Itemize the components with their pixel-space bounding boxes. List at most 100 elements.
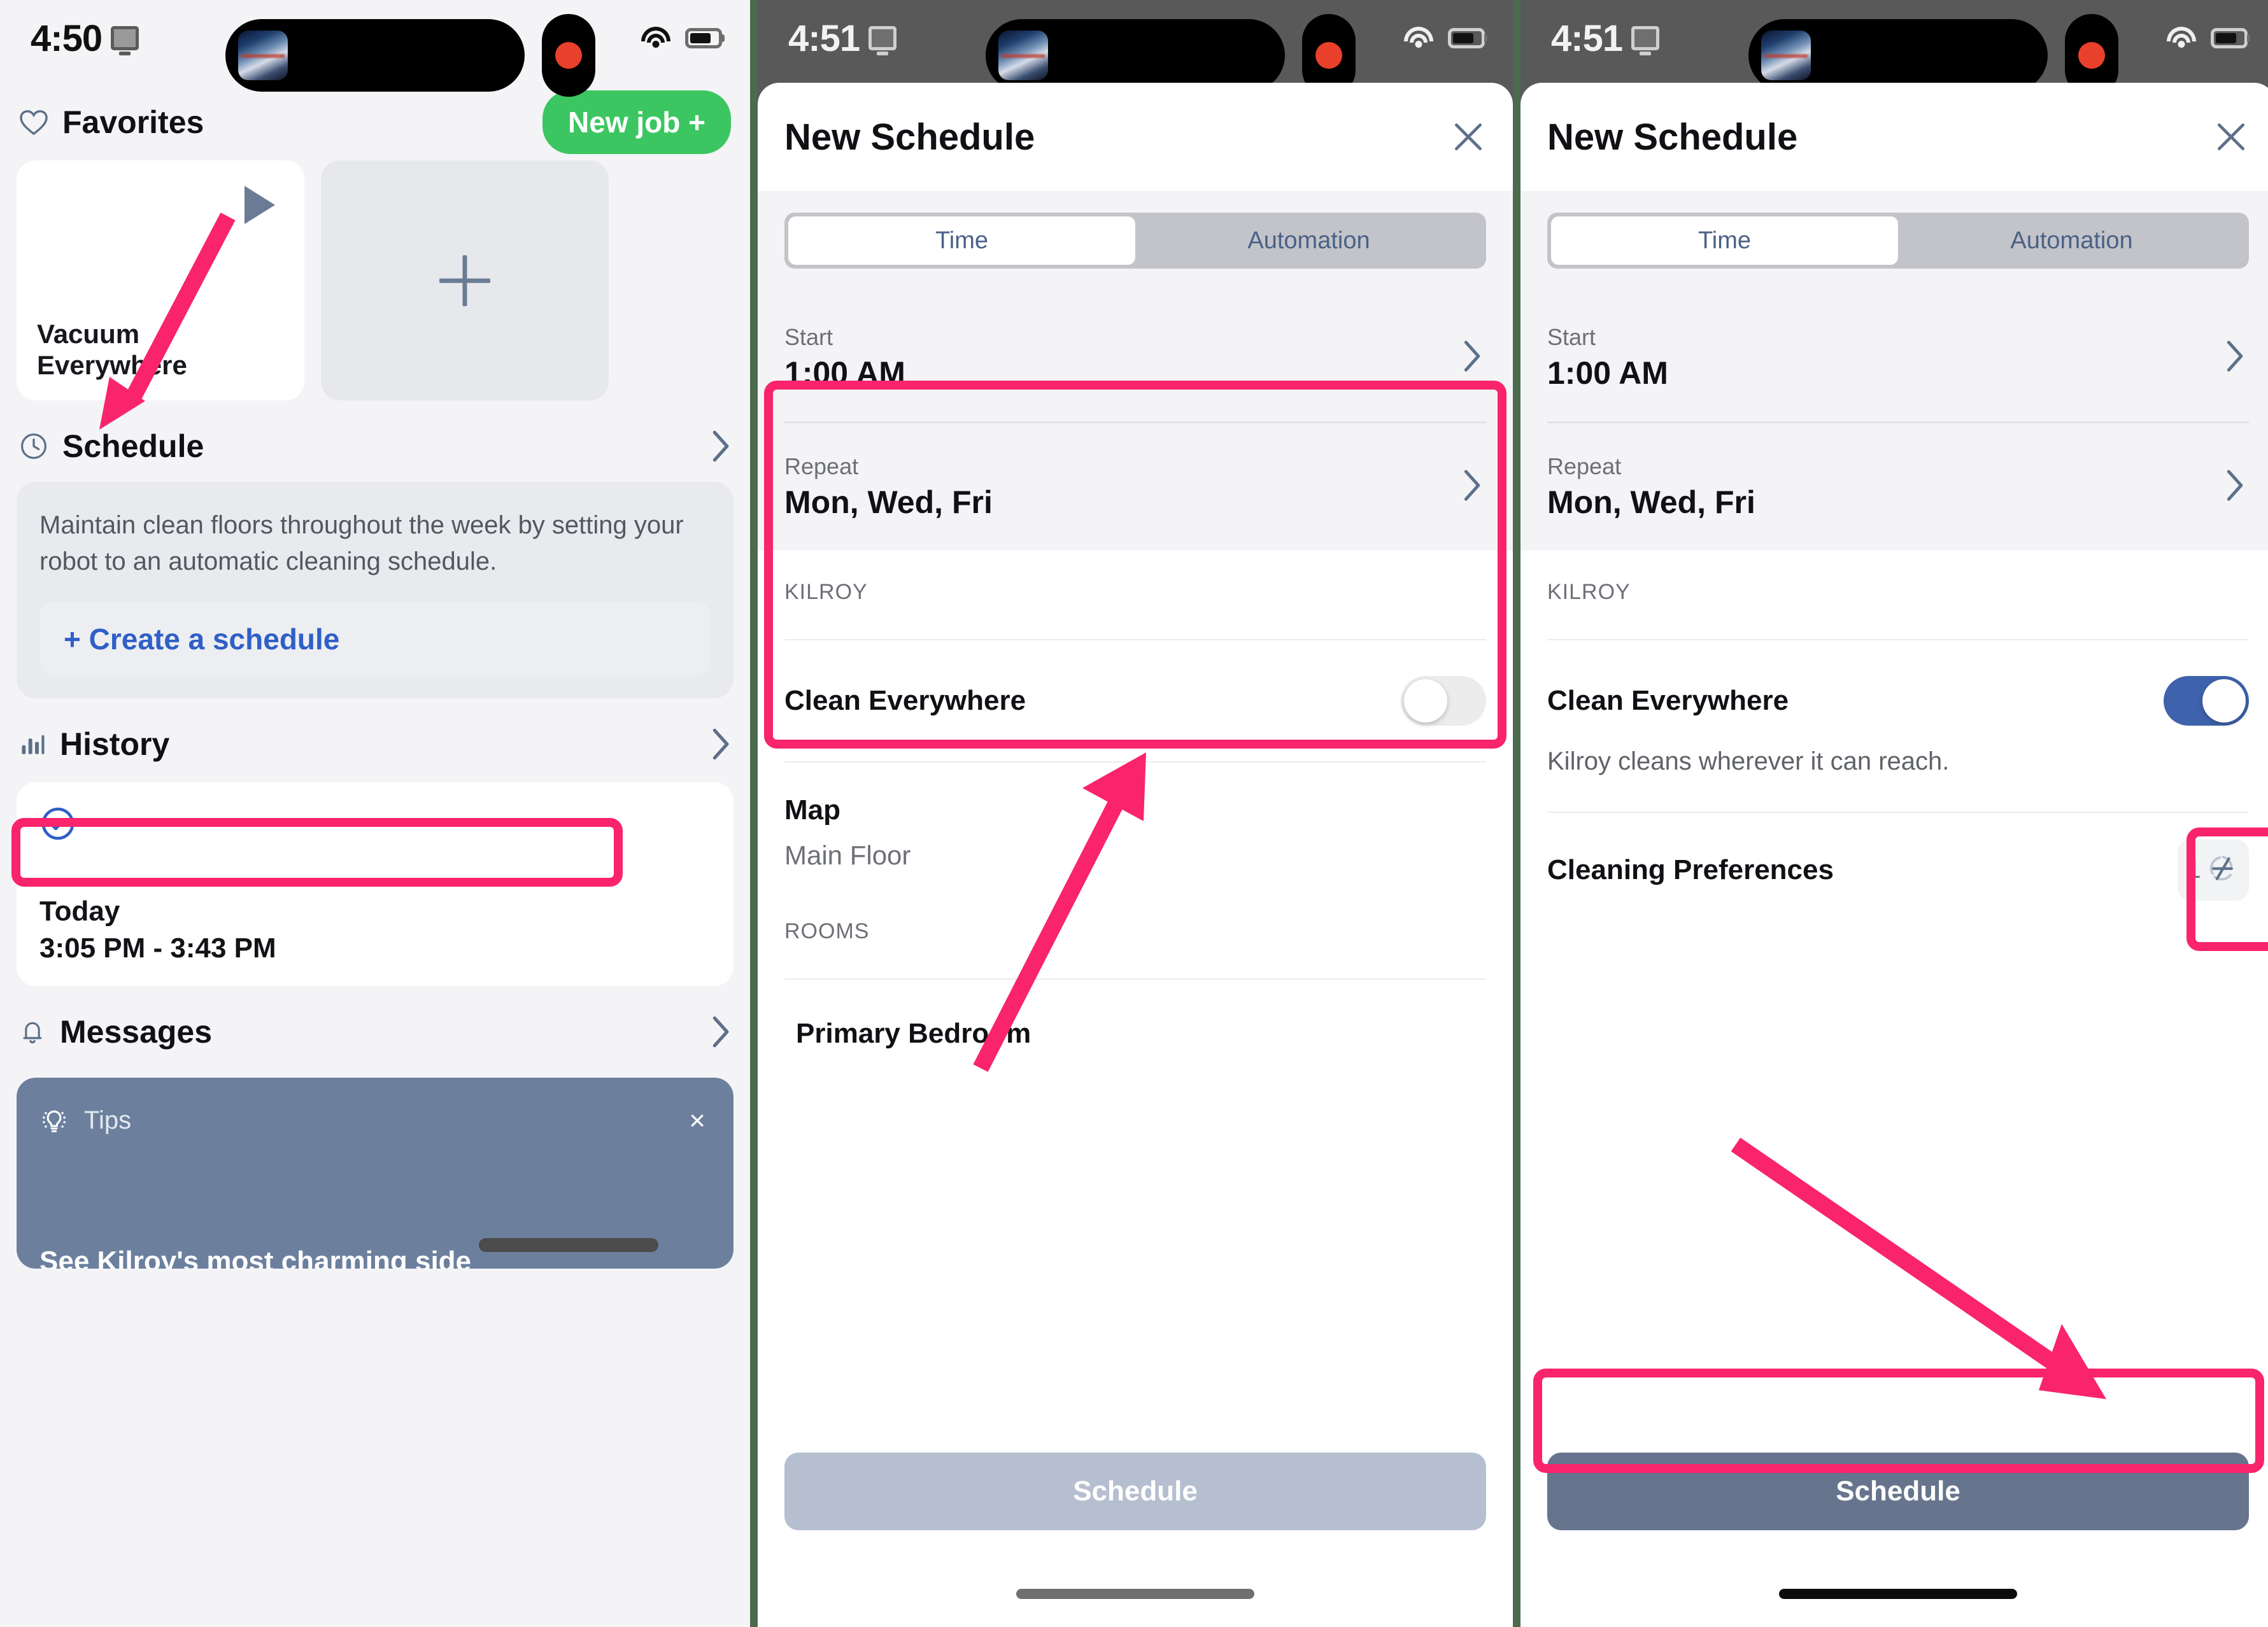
- chevron-right-icon[interactable]: [709, 1015, 731, 1048]
- chevron-right-icon[interactable]: [2223, 469, 2245, 505]
- tab-time[interactable]: Time: [1551, 216, 1898, 265]
- panel-new-schedule-step2: 4:51 New Schedule Time Automation Start …: [1520, 0, 2268, 1627]
- tab-time[interactable]: Time: [788, 216, 1135, 265]
- chevron-right-icon[interactable]: [709, 430, 731, 463]
- album-art-icon: [998, 31, 1048, 80]
- cleaning-preferences-row[interactable]: Cleaning Preferences 1: [1547, 813, 2249, 927]
- repeat-label: Repeat: [1547, 453, 1622, 479]
- lightbulb-icon: [39, 1106, 69, 1136]
- album-art-icon: [238, 31, 288, 80]
- robot-section: KILROY Clean Everywhere Kilroy cleans wh…: [1520, 551, 2268, 927]
- tab-automation[interactable]: Automation: [1898, 216, 2245, 265]
- panel-home: 4:50 Favorites New job + Vacuum Everywhe…: [0, 0, 750, 1627]
- tips-header: Tips: [39, 1106, 711, 1136]
- screenshot-root: 4:50 Favorites New job + Vacuum Everywhe…: [0, 0, 2268, 1627]
- schedule-promo-card: Maintain clean floors throughout the wee…: [17, 482, 734, 698]
- status-bar-clock: 4:51: [1551, 17, 1623, 59]
- schedule-header[interactable]: Schedule: [0, 419, 750, 473]
- chevron-right-icon[interactable]: [1461, 340, 1482, 376]
- clean-everywhere-toggle[interactable]: [1401, 676, 1486, 726]
- clock-icon: [19, 432, 48, 461]
- map-row[interactable]: Map Main Floor: [784, 763, 1486, 890]
- bell-icon: [19, 1017, 46, 1046]
- page-title: New Schedule: [784, 116, 1035, 158]
- start-value: 1:00 AM: [784, 355, 905, 391]
- plus-icon: [439, 255, 490, 306]
- messages-header[interactable]: Messages: [0, 1005, 750, 1059]
- new-schedule-sheet: New Schedule Time Automation Start 1:00 …: [1520, 83, 2268, 1627]
- clean-everywhere-label: Clean Everywhere: [784, 685, 1026, 716]
- status-bar-right: [1403, 27, 1485, 50]
- mode-segmented-control-wrap: Time Automation: [758, 191, 1513, 294]
- favorite-card-label: Vacuum Everywhere: [37, 318, 187, 381]
- favorites-title: Favorites: [62, 104, 204, 140]
- wifi-icon: [641, 27, 671, 50]
- room-row-primary-bedroom[interactable]: Primary Bedroom: [784, 980, 1486, 1088]
- chevron-right-icon[interactable]: [2223, 340, 2245, 376]
- tips-card[interactable]: Tips × See Kilroy's most charming side: [17, 1077, 734, 1269]
- close-icon[interactable]: ×: [689, 1106, 705, 1135]
- repeat-row[interactable]: Repeat Mon, Wed, Fri: [784, 423, 1486, 551]
- dynamic-island[interactable]: [225, 19, 525, 92]
- mode-segmented-control: Time Automation: [784, 213, 1486, 269]
- schedule-description: Maintain clean floors throughout the wee…: [39, 511, 684, 575]
- start-value: 1:00 AM: [1547, 355, 1668, 391]
- schedule-button[interactable]: Schedule: [1547, 1453, 2249, 1530]
- clean-everywhere-label: Clean Everywhere: [1547, 685, 1789, 716]
- history-entry-card[interactable]: Today 3:05 PM - 3:43 PM: [17, 782, 734, 986]
- battery-icon: [1448, 28, 1485, 48]
- dynamic-island[interactable]: [986, 19, 1285, 92]
- start-time-row[interactable]: Start 1:00 AM: [784, 294, 1486, 421]
- tab-automation[interactable]: Automation: [1135, 216, 1482, 265]
- start-label: Start: [1547, 324, 1596, 350]
- start-time-row[interactable]: Start 1:00 AM: [1547, 294, 2249, 421]
- create-a-schedule-button[interactable]: + Create a schedule: [39, 601, 711, 677]
- dynamic-island[interactable]: [1748, 19, 2048, 92]
- close-icon[interactable]: [1450, 119, 1486, 155]
- favorites-header: Favorites New job +: [0, 90, 750, 154]
- cleaning-preferences-count: 1: [2187, 856, 2201, 884]
- clean-everywhere-description: Kilroy cleans wherever it can reach.: [1547, 747, 1950, 775]
- time-settings-card: Start 1:00 AM Repeat Mon, Wed, Fri: [758, 294, 1513, 551]
- repeat-value: Mon, Wed, Fri: [1547, 484, 1755, 520]
- history-entry-times: Today 3:05 PM - 3:43 PM: [39, 896, 276, 964]
- clean-everywhere-toggle[interactable]: [2164, 676, 2249, 726]
- new-job-button[interactable]: New job +: [542, 90, 731, 154]
- record-dot-icon: [555, 42, 582, 69]
- favorite-card-label-line2: Everywhere: [37, 350, 187, 381]
- repeat-row[interactable]: Repeat Mon, Wed, Fri: [1547, 423, 2249, 551]
- favorites-row: Vacuum Everywhere: [0, 160, 750, 400]
- history-entry-range: 3:05 PM - 3:43 PM: [39, 932, 276, 964]
- chevron-right-icon[interactable]: [709, 728, 731, 761]
- robot-section: KILROY Clean Everywhere Map Main Floor R…: [758, 551, 1513, 1088]
- wifi-icon: [1403, 27, 1434, 50]
- schedule-button[interactable]: Schedule: [784, 1453, 1486, 1530]
- tips-label: Tips: [84, 1106, 132, 1135]
- play-icon[interactable]: [245, 186, 275, 224]
- status-bar: 4:51: [1520, 0, 2268, 97]
- chevron-right-icon[interactable]: [1461, 469, 1482, 505]
- add-favorite-card[interactable]: [321, 160, 609, 400]
- history-entry-day: Today: [39, 895, 120, 927]
- scroll-indicator[interactable]: [479, 1237, 658, 1252]
- clean-everywhere-row: Clean Everywhere: [1547, 640, 2249, 761]
- close-icon[interactable]: [2213, 119, 2249, 155]
- toggle-knob: [2202, 679, 2246, 722]
- schedule-title: Schedule: [62, 428, 204, 464]
- history-header[interactable]: History: [0, 717, 750, 771]
- panel-new-schedule-step1: 4:51 New Schedule Time Automation Start …: [758, 0, 1513, 1627]
- mode-segmented-control: Time Automation: [1547, 213, 2249, 269]
- record-indicator-pill: [542, 14, 595, 97]
- tips-body-text: See Kilroy's most charming side: [39, 1245, 472, 1269]
- rooms-section-label: ROOMS: [784, 919, 870, 943]
- repeat-value: Mon, Wed, Fri: [784, 484, 993, 520]
- clean-everywhere-row: Clean Everywhere: [784, 640, 1486, 761]
- time-settings-card: Start 1:00 AM Repeat Mon, Wed, Fri: [1520, 294, 2268, 551]
- screen-mirror-icon: [111, 26, 139, 50]
- status-bar-time-group: 4:50: [31, 17, 139, 60]
- bar-chart-icon: [19, 731, 46, 757]
- vacuum-icon: [2206, 852, 2239, 889]
- cleaning-preferences-badge[interactable]: 1: [2178, 840, 2249, 901]
- album-art-icon: [1761, 31, 1811, 80]
- favorite-card-vacuum-everywhere[interactable]: Vacuum Everywhere: [17, 160, 304, 400]
